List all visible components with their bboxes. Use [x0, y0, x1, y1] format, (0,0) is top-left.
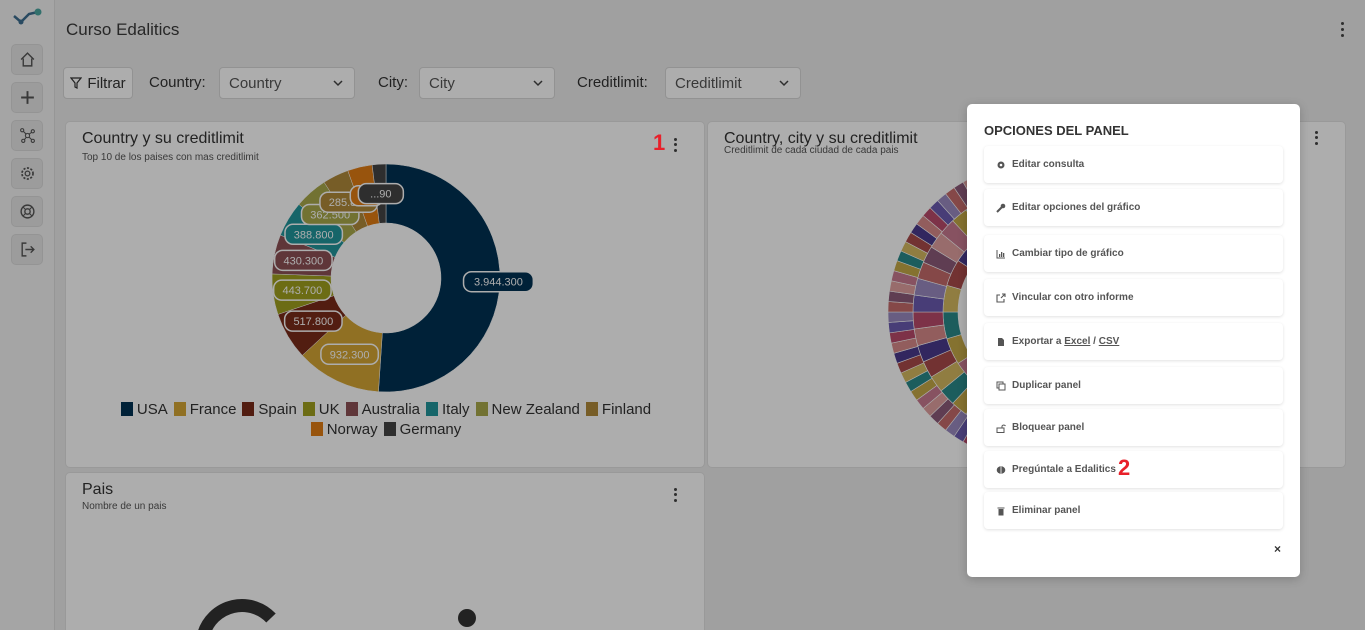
dialog-title: OPCIONES DEL PANEL: [984, 123, 1129, 138]
option-export[interactable]: Exportar a Excel / CSV: [984, 323, 1283, 360]
brain-icon: [996, 465, 1006, 474]
panel-options-dialog: OPCIONES DEL PANEL Editar consulta Edita…: [967, 104, 1300, 577]
option-delete-panel[interactable]: Eliminar panel: [984, 492, 1283, 529]
option-edit-chart-options[interactable]: Editar opciones del gráfico: [984, 189, 1283, 226]
option-ask-edalitics[interactable]: Pregúntale a Edalitics: [984, 451, 1283, 488]
copy-icon: [996, 381, 1006, 390]
option-label: Cambiar tipo de gráfico: [1012, 248, 1124, 259]
option-label: Vincular con otro informe: [1012, 292, 1134, 303]
option-edit-query[interactable]: Editar consulta: [984, 146, 1283, 183]
option-label: Eliminar panel: [1012, 505, 1081, 516]
close-icon[interactable]: ×: [1274, 542, 1281, 556]
export-csv-link[interactable]: CSV: [1099, 336, 1120, 347]
option-label: Editar consulta: [1012, 159, 1085, 170]
file-icon: [998, 337, 1004, 346]
export-excel-link[interactable]: Excel: [1064, 336, 1090, 347]
option-lock-panel[interactable]: Bloquear panel: [984, 409, 1283, 446]
option-change-chart-type[interactable]: Cambiar tipo de gráfico: [984, 235, 1283, 272]
option-label: Pregúntale a Edalitics: [1012, 464, 1116, 475]
option-link-report[interactable]: Vincular con otro informe: [984, 279, 1283, 316]
external-link-icon: [996, 292, 1006, 303]
option-label: Exportar a Excel / CSV: [1012, 336, 1120, 347]
trash-icon: [997, 507, 1005, 515]
option-duplicate-panel[interactable]: Duplicar panel: [984, 367, 1283, 404]
gear-icon: [997, 161, 1005, 168]
unlock-icon: [996, 423, 1006, 433]
option-label: Duplicar panel: [1012, 380, 1081, 391]
wrench-icon: [996, 203, 1006, 213]
annotation-marker-1: 1: [653, 130, 666, 155]
option-label: Bloquear panel: [1012, 422, 1085, 433]
bar-chart-icon: [996, 249, 1005, 258]
option-label: Editar opciones del gráfico: [1012, 202, 1141, 213]
annotation-marker-2: 2: [1118, 455, 1131, 480]
